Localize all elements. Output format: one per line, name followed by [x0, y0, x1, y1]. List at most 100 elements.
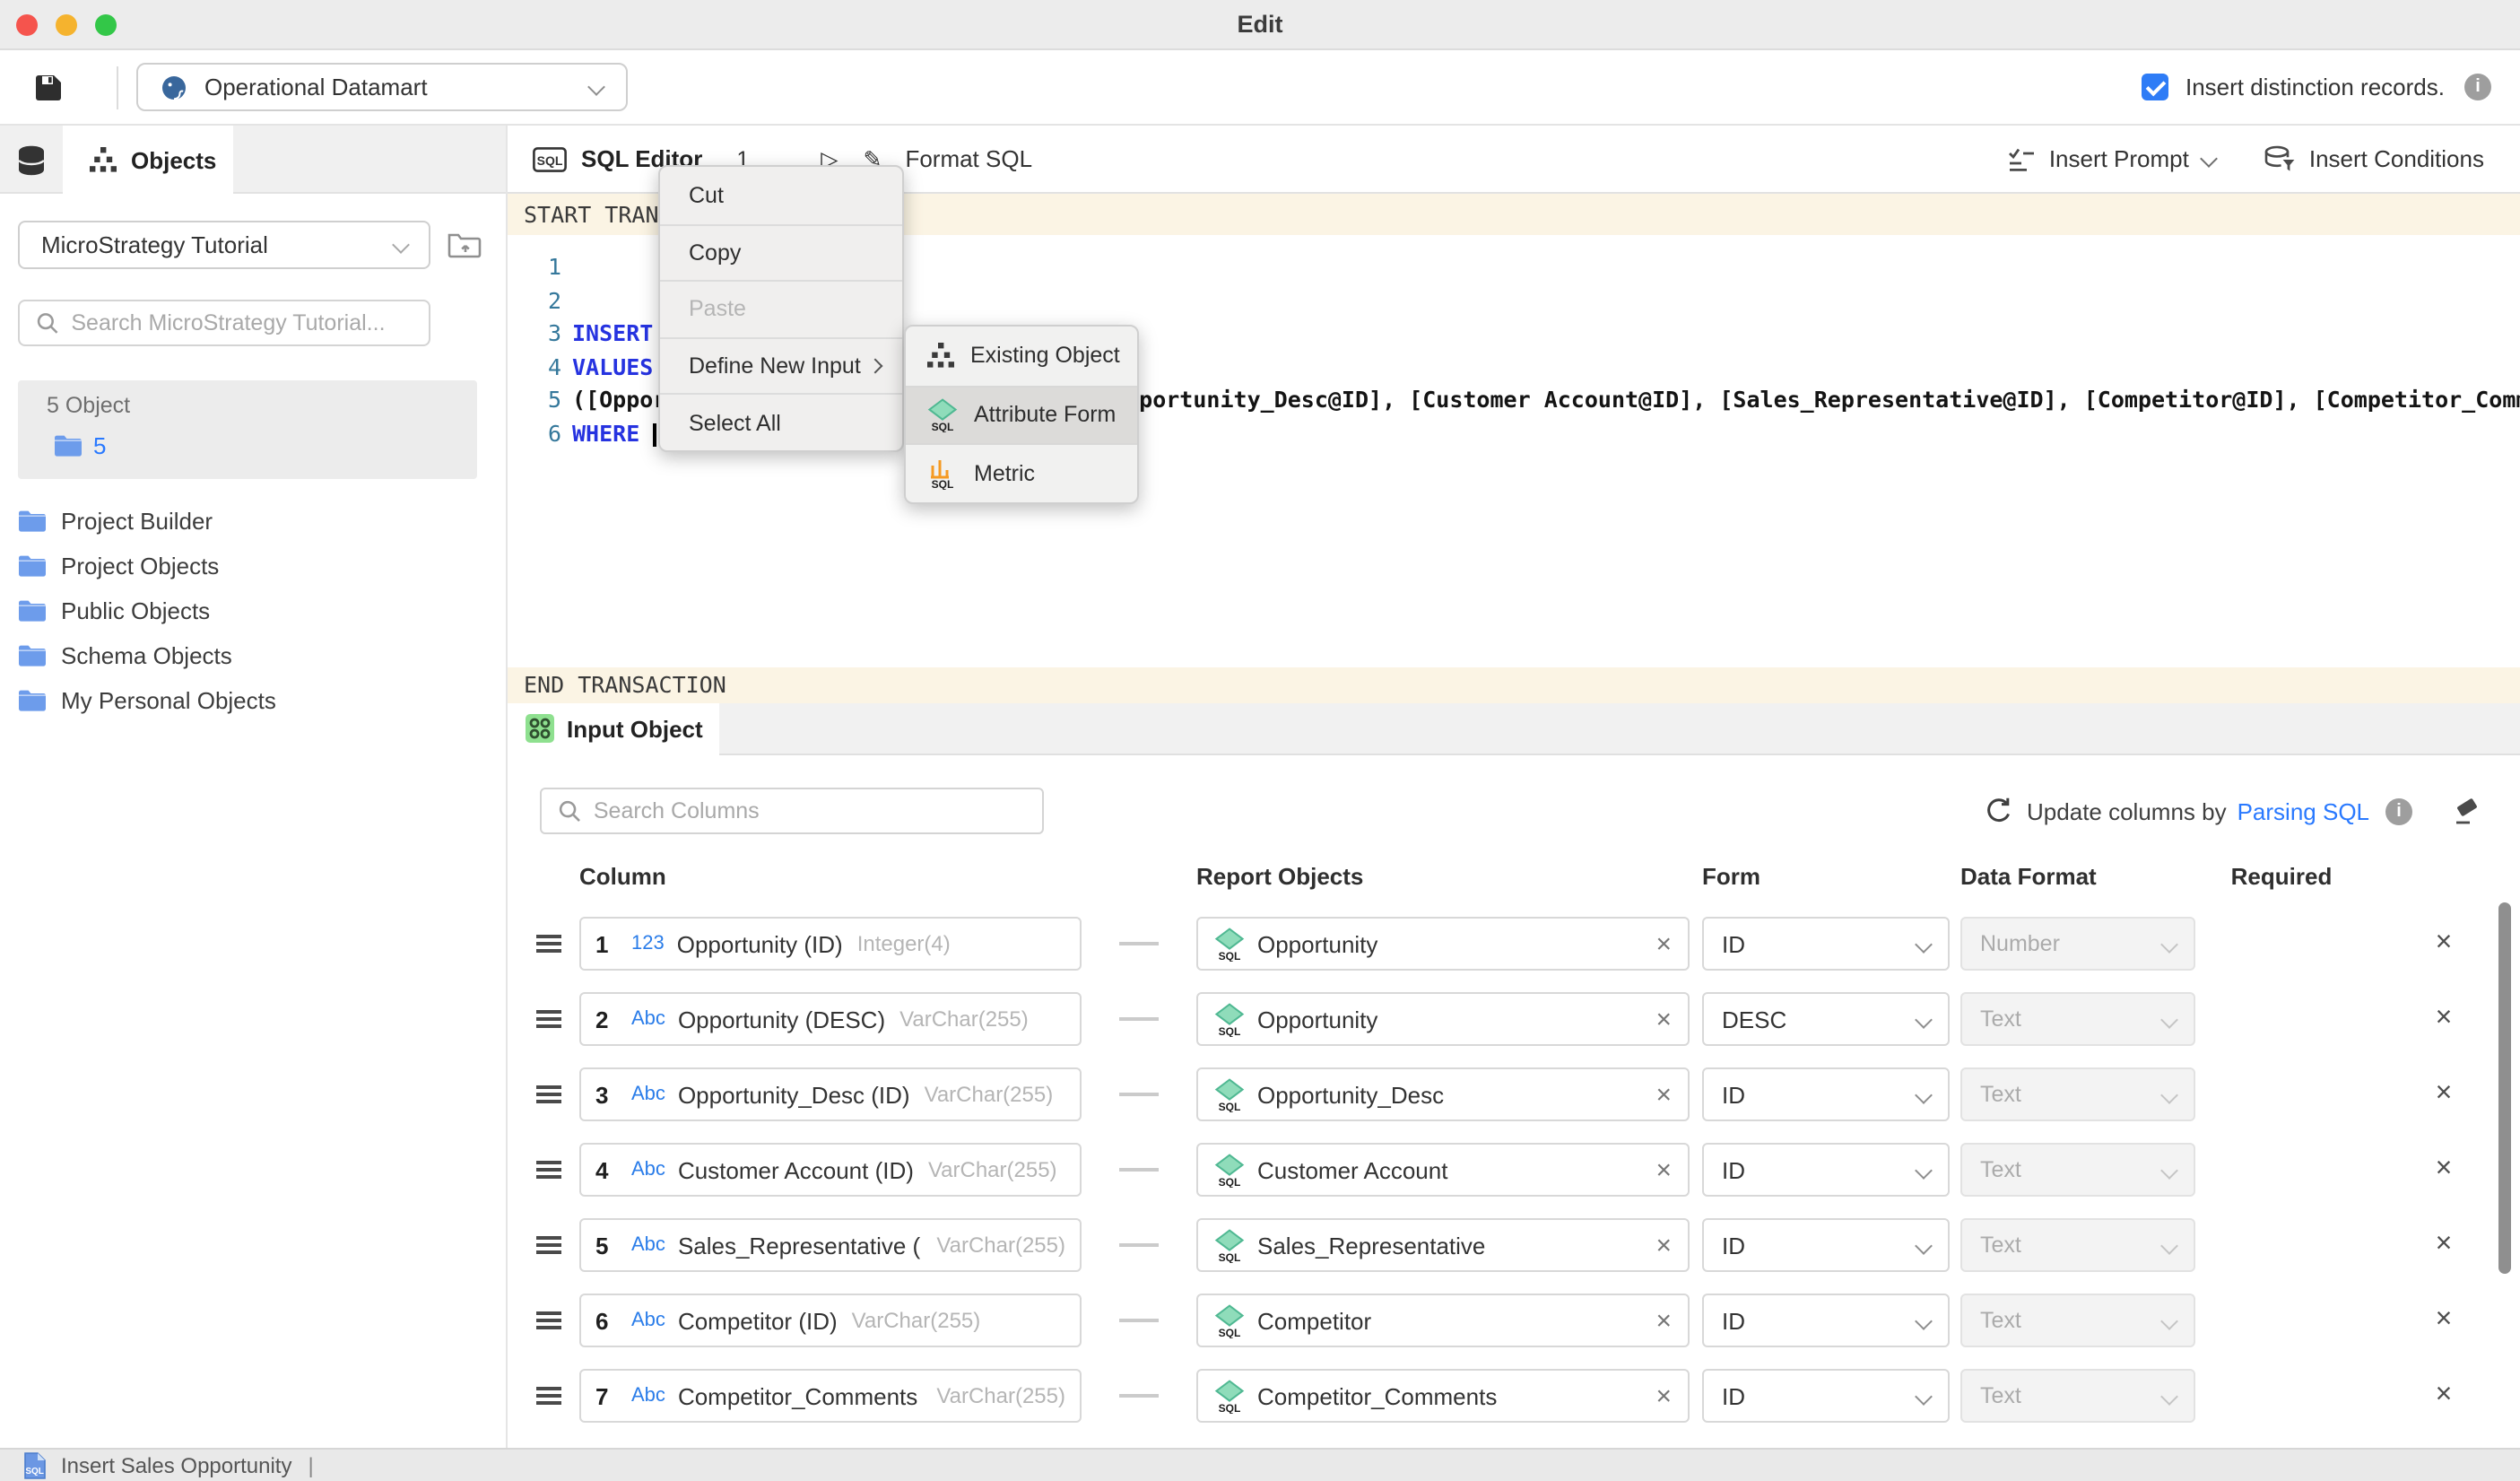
sidebar-item-public-objects[interactable]: Public Objects — [0, 588, 506, 633]
attribute-icon: SQL — [1214, 927, 1245, 961]
remove-row-button[interactable]: × — [2436, 1231, 2453, 1259]
remove-report-object-button[interactable]: × — [1655, 1006, 1672, 1032]
column-datatype: VarChar(255) — [852, 1308, 981, 1333]
form-select[interactable]: ID — [1702, 1369, 1950, 1423]
column-cell[interactable]: 1 123 Opportunity (ID) Integer(4) — [579, 917, 1082, 971]
insert-distinction-checkbox[interactable] — [2142, 74, 2169, 100]
folder-up-icon — [447, 229, 482, 261]
form-select[interactable]: DESC — [1702, 992, 1950, 1046]
app-window: Edit Operational Datamart Insert distinc… — [0, 0, 2520, 1481]
folder-label: Schema Objects — [61, 642, 232, 669]
document-title[interactable]: Insert Sales Opportunity — [61, 1453, 291, 1478]
sidebar-item-my-personal-objects[interactable]: My Personal Objects — [0, 678, 506, 723]
mapping-connector — [1119, 1319, 1159, 1322]
tab-input-object[interactable]: Input Object — [508, 702, 719, 755]
submenu-item-existing-object[interactable]: Existing Object — [906, 327, 1137, 385]
form-select[interactable]: ID — [1702, 1218, 1950, 1272]
header-report-objects: Report Objects — [1196, 862, 1690, 889]
report-object-cell[interactable]: SQL Sales_Representative × — [1196, 1218, 1690, 1272]
svg-text:SQL: SQL — [1219, 1100, 1241, 1111]
svg-text:SQL: SQL — [1219, 1024, 1241, 1036]
remove-row-button[interactable]: × — [2436, 1381, 2453, 1410]
row-number: 1 — [595, 930, 624, 957]
column-cell[interactable]: 4 Abc Customer Account (ID) VarChar(255) — [579, 1143, 1082, 1197]
row-number: 5 — [595, 1232, 624, 1259]
info-icon[interactable]: i — [2385, 797, 2412, 824]
remove-row-button[interactable]: × — [2436, 1155, 2453, 1184]
report-object-cell[interactable]: SQL Competitor_Comments × — [1196, 1369, 1690, 1423]
drag-handle-icon[interactable] — [536, 1081, 561, 1108]
save-button[interactable] — [32, 71, 65, 103]
form-select[interactable]: ID — [1702, 917, 1950, 971]
column-cell[interactable]: 2 Abc Opportunity (DESC) VarChar(255) — [579, 992, 1082, 1046]
object-folder-item[interactable]: 5 — [47, 432, 477, 459]
sidebar-item-project-builder[interactable]: Project Builder — [0, 499, 506, 544]
remove-report-object-button[interactable]: × — [1655, 1382, 1672, 1409]
menu-item-copy[interactable]: Copy — [660, 223, 902, 280]
column-cell[interactable]: 7 Abc Competitor_Comments ( VarChar(255) — [579, 1369, 1082, 1423]
report-object-cell[interactable]: SQL Opportunity_Desc × — [1196, 1067, 1690, 1121]
vertical-scrollbar[interactable] — [2498, 902, 2511, 1274]
columns-search-input[interactable] — [594, 798, 1026, 823]
column-cell[interactable]: 5 Abc Sales_Representative (II VarChar(2… — [579, 1218, 1082, 1272]
drag-handle-icon[interactable] — [536, 1382, 561, 1409]
remove-report-object-button[interactable]: × — [1655, 1232, 1672, 1259]
form-select[interactable]: ID — [1702, 1143, 1950, 1197]
refresh-button[interactable] — [1984, 797, 2014, 825]
submenu-item-attribute-form[interactable]: SQL Attribute Form — [906, 385, 1137, 443]
clear-all-button[interactable] — [2452, 797, 2481, 824]
form-select[interactable]: ID — [1702, 1294, 1950, 1347]
report-object-cell[interactable]: SQL Opportunity × — [1196, 992, 1690, 1046]
project-dropdown[interactable]: MicroStrategy Tutorial — [18, 221, 430, 269]
column-datatype: Integer(4) — [857, 931, 951, 956]
drag-handle-icon[interactable] — [536, 930, 561, 957]
report-object-cell[interactable]: SQL Competitor × — [1196, 1294, 1690, 1347]
insert-conditions-button[interactable]: Insert Conditions — [2264, 144, 2484, 173]
sidebar-search-input[interactable] — [71, 310, 413, 335]
remove-report-object-button[interactable]: × — [1655, 930, 1672, 957]
sidebar-item-project-objects[interactable]: Project Objects — [0, 544, 506, 588]
remove-report-object-button[interactable]: × — [1655, 1081, 1672, 1108]
tab-objects[interactable]: Objects — [63, 126, 233, 194]
sidebar-item-schema-objects[interactable]: Schema Objects — [0, 633, 506, 678]
remove-row-button[interactable]: × — [2436, 1080, 2453, 1109]
chevron-down-icon — [2160, 1237, 2178, 1255]
datasource-dropdown[interactable]: Operational Datamart — [136, 63, 628, 111]
sidebar: Objects MicroStrategy Tutorial — [0, 126, 506, 1448]
parsing-sql-link[interactable]: Parsing SQL — [2238, 797, 2369, 824]
folder-up-button[interactable] — [447, 229, 482, 261]
data-format-select: Text — [1960, 1294, 2195, 1347]
column-cell[interactable]: 6 Abc Competitor (ID) VarChar(255) — [579, 1294, 1082, 1347]
remove-report-object-button[interactable]: × — [1655, 1307, 1672, 1334]
type-badge: Abc — [631, 1084, 665, 1105]
chevron-down-icon — [1915, 1312, 1933, 1330]
remove-row-button[interactable]: × — [2436, 1005, 2453, 1033]
data-format-value: Text — [1980, 1082, 2021, 1107]
remove-row-button[interactable]: × — [2436, 929, 2453, 958]
form-select[interactable]: ID — [1702, 1067, 1950, 1121]
report-object-cell[interactable]: SQL Customer Account × — [1196, 1143, 1690, 1197]
report-object-cell[interactable]: SQL Opportunity × — [1196, 917, 1690, 971]
svg-text:SQL: SQL — [1219, 1250, 1241, 1262]
drag-handle-icon[interactable] — [536, 1156, 561, 1183]
drag-handle-icon[interactable] — [536, 1232, 561, 1259]
chevron-down-icon[interactable] — [2201, 150, 2219, 168]
datasource-rail-tab[interactable] — [0, 126, 63, 194]
context-menu: Cut Copy Paste Define New Input Select A… — [658, 165, 904, 452]
svg-text:SQL: SQL — [25, 1467, 44, 1477]
existing-object-icon — [927, 344, 954, 369]
remove-report-object-button[interactable]: × — [1655, 1156, 1672, 1183]
drag-handle-icon[interactable] — [536, 1006, 561, 1032]
remove-row-button[interactable]: × — [2436, 1306, 2453, 1335]
insert-prompt-button[interactable] — [2008, 146, 2037, 171]
column-cell[interactable]: 3 Abc Opportunity_Desc (ID) VarChar(255) — [579, 1067, 1082, 1121]
menu-item-cut[interactable]: Cut — [660, 167, 902, 223]
format-sql-button[interactable]: Format SQL — [905, 145, 1032, 172]
menu-item-select-all[interactable]: Select All — [660, 394, 902, 450]
info-icon[interactable]: i — [2464, 74, 2491, 100]
drag-handle-icon[interactable] — [536, 1307, 561, 1334]
form-value: ID — [1722, 1156, 1745, 1183]
submenu-item-metric[interactable]: SQL Metric — [906, 443, 1137, 501]
menu-item-define-new-input[interactable]: Define New Input — [660, 337, 902, 394]
window-titlebar: Edit — [0, 0, 2520, 50]
